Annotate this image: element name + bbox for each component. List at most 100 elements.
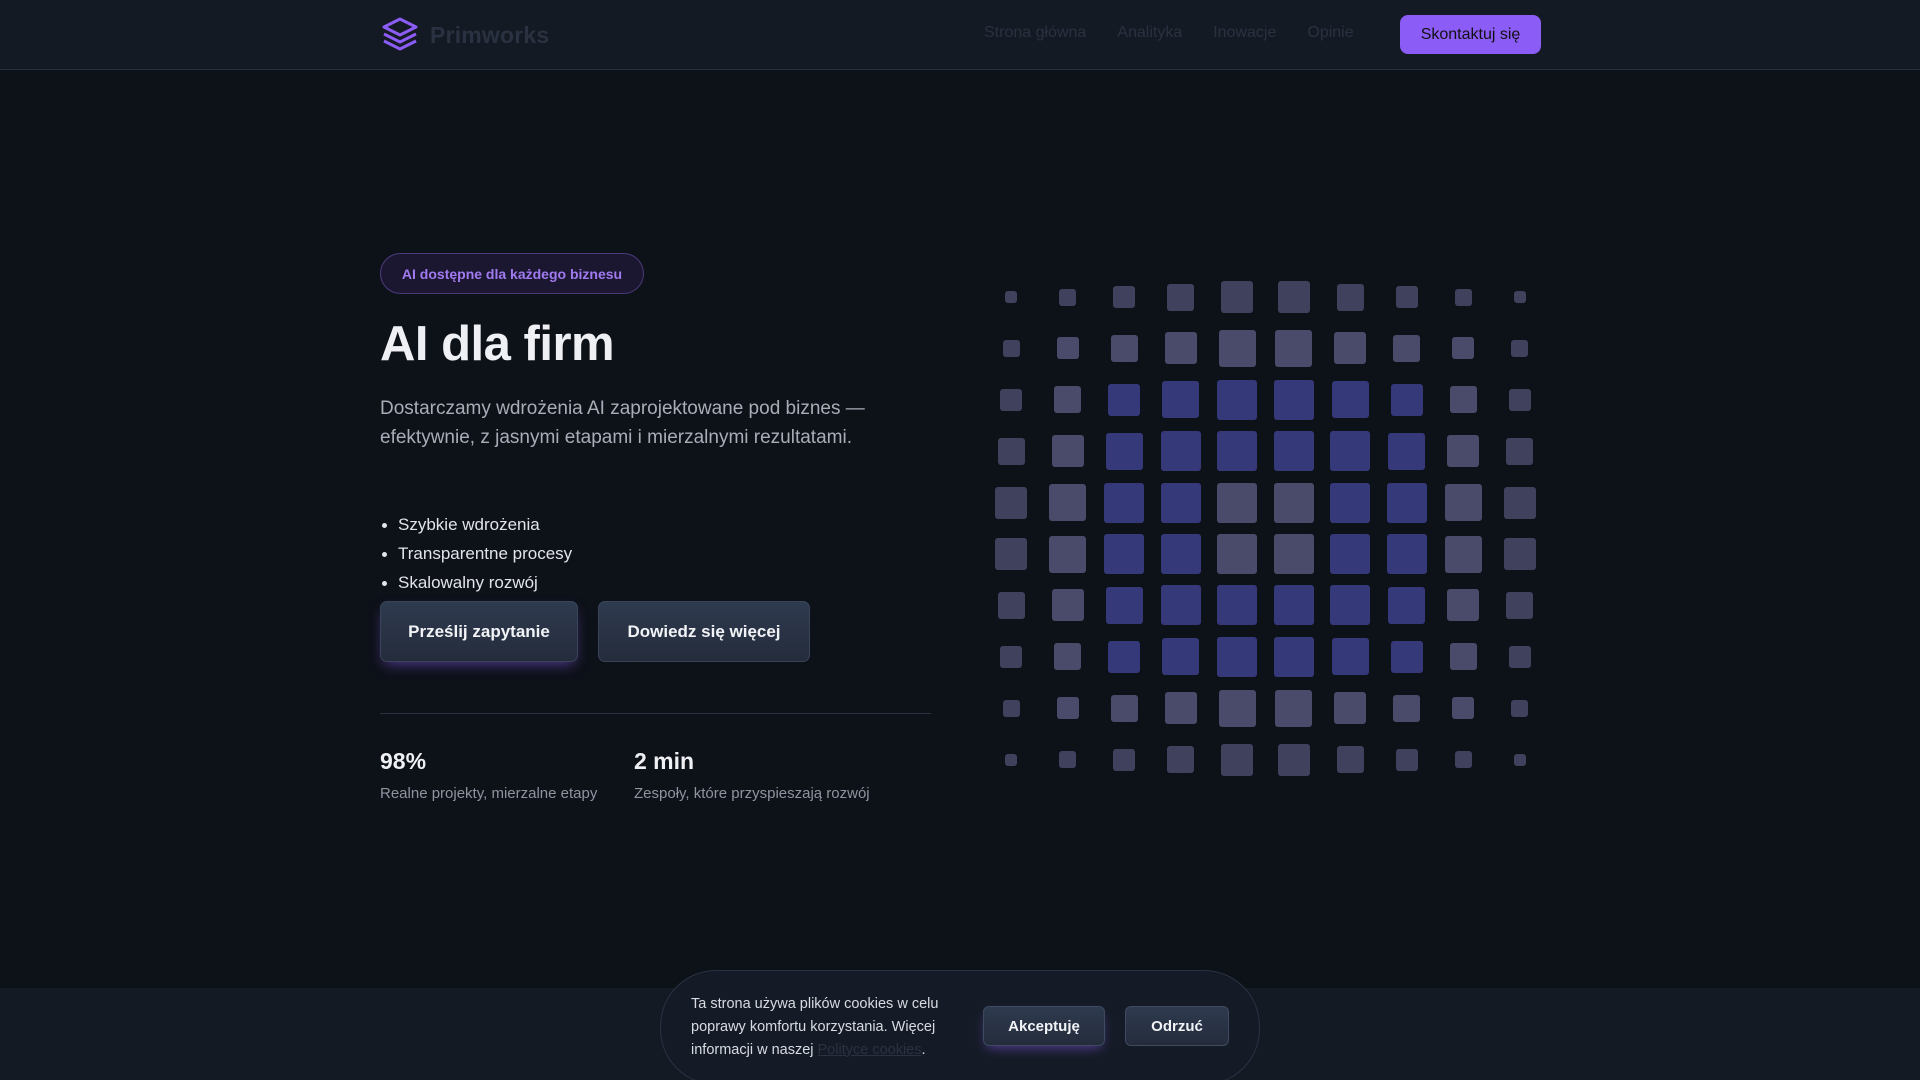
hero-badge: AI dostępne dla każdego biznesu [380, 253, 644, 294]
grid-cell [1449, 386, 1477, 414]
grid-cell [1056, 697, 1079, 720]
grid-cell [997, 437, 1025, 465]
nav-item-home[interactable]: Strona główna [984, 24, 1086, 42]
grid-cell [1336, 283, 1364, 311]
grid-cell [1049, 535, 1086, 573]
grid-cell [1167, 746, 1194, 774]
reject-cookies-button[interactable]: Odrzuć [1125, 1006, 1229, 1046]
grid-cell [1273, 534, 1314, 575]
grid-cell [1056, 337, 1079, 360]
grid-cell [1273, 379, 1314, 420]
grid-cell [1160, 585, 1201, 626]
grid-cell [1511, 339, 1528, 357]
grid-cell [1217, 431, 1257, 472]
grid-cell [1444, 535, 1482, 573]
grid-cell [1217, 379, 1257, 420]
grid-cell [1447, 589, 1479, 622]
grid-cell [1217, 585, 1257, 626]
grid-cell [1105, 586, 1143, 624]
grid-cell [1054, 386, 1081, 414]
stat-label: Realne projekty, mierzalne etapy [380, 785, 598, 802]
grid-cell [1059, 751, 1076, 769]
grid-cell [1051, 589, 1084, 622]
grid-cell [1444, 484, 1482, 522]
nav-item-reviews[interactable]: Opinie [1307, 24, 1353, 42]
grid-cell [1000, 645, 1022, 668]
grid-cell [1449, 643, 1477, 671]
grid-cell [1162, 381, 1199, 419]
nav-item-analytics[interactable]: Analityka [1117, 24, 1182, 42]
grid-cell [1330, 534, 1370, 575]
grid-cell [1395, 748, 1418, 771]
stat-teams: 2 min Zespoły, które przyspieszają rozwó… [634, 748, 870, 802]
grid-cell [995, 538, 1027, 571]
grid-cell [1275, 689, 1312, 727]
grid-cell [1334, 692, 1366, 725]
grid-cell [1330, 585, 1370, 626]
grid-cell [1508, 388, 1531, 411]
learn-more-button[interactable]: Dowiedz się więcej [598, 601, 810, 662]
grid-cell [1217, 534, 1257, 575]
grid-cell [1273, 482, 1314, 523]
grid-cell [1277, 743, 1310, 776]
grid-cell [1273, 585, 1314, 626]
stat-value: 98% [380, 748, 427, 774]
grid-cell [1005, 291, 1017, 303]
grid-cell [1386, 482, 1427, 523]
grid-cell [1388, 586, 1425, 624]
brand-name: Primworks [430, 21, 550, 48]
grid-cell [1110, 334, 1138, 362]
brand-logo[interactable]: Primworks [380, 15, 549, 55]
grid-cell [1218, 689, 1256, 727]
grid-cell [1164, 332, 1197, 365]
grid-cell [1167, 283, 1194, 311]
accept-cookies-button[interactable]: Akceptuję [983, 1006, 1105, 1046]
send-inquiry-button[interactable]: Prześlij zapytanie [380, 601, 578, 662]
grid-cell [1330, 431, 1370, 472]
list-item: Transparentne procesy [380, 543, 572, 572]
grid-cell [1108, 383, 1140, 416]
contact-button[interactable]: Skontaktuj się [1400, 15, 1541, 54]
grid-cell [1221, 743, 1253, 776]
grid-cell [1508, 645, 1531, 668]
grid-cell [1513, 753, 1526, 766]
grid-cell [1331, 381, 1369, 419]
grid-cell [1454, 751, 1472, 769]
grid-cell [1331, 638, 1369, 676]
grid-cell [1049, 484, 1086, 522]
grid-cell [1218, 329, 1256, 367]
grid-cell [1110, 694, 1138, 722]
divider [380, 713, 931, 714]
feature-list: Szybkie wdrożenia Transparentne procesy … [380, 514, 572, 601]
grid-cell [1164, 692, 1197, 725]
grid-cell [1000, 388, 1022, 411]
grid-cell [1386, 534, 1427, 575]
stat-value: 2 min [634, 748, 695, 774]
grid-cell [1051, 435, 1084, 468]
grid-cell [1506, 591, 1533, 619]
cookie-banner: Ta strona używa plików cookies w celu po… [660, 970, 1260, 1080]
grid-cell [1002, 339, 1020, 357]
nav-item-innovations[interactable]: Inowacje [1213, 24, 1276, 42]
grid-cell [1503, 486, 1536, 519]
grid-cell [1217, 636, 1257, 677]
grid-cell [1452, 697, 1474, 720]
grid-cell [1105, 432, 1143, 470]
cookie-policy-link[interactable]: Polityce cookies [818, 1042, 922, 1058]
grid-cell [1334, 332, 1366, 365]
grid-cell [1221, 281, 1253, 313]
grid-cell [1395, 286, 1418, 308]
grid-cell [1002, 699, 1020, 717]
grid-cell [1059, 288, 1076, 306]
grid-cell [1005, 753, 1017, 766]
cookie-text-end: . [921, 1042, 926, 1058]
stat-projects: 98% Realne projekty, mierzalne etapy [380, 748, 597, 802]
grid-cell [1511, 699, 1528, 717]
grid-cell [1503, 538, 1536, 571]
grid-cell [1454, 288, 1472, 306]
grid-cell [1390, 640, 1423, 673]
grid-cell [1054, 643, 1081, 671]
grid-cell [1506, 437, 1533, 465]
grid-cell [1160, 482, 1201, 523]
cookie-text: Ta strona używa plików cookies w celu po… [691, 993, 971, 1062]
